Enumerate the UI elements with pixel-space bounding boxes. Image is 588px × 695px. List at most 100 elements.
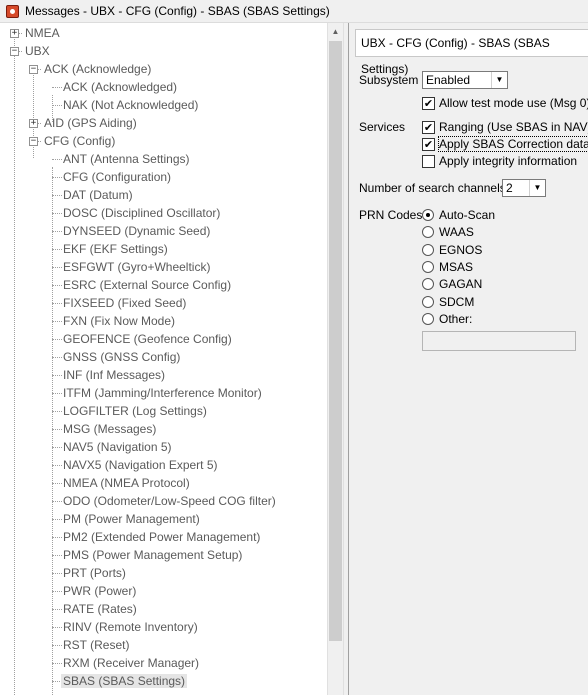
tree-item-itfm-jamming-interference-monitor[interactable]: ITFM (Jamming/Interference Monitor) xyxy=(63,384,262,402)
tree-item-label: ANT (Antenna Settings) xyxy=(63,152,190,166)
tree-item-pm-power-management[interactable]: PM (Power Management) xyxy=(63,510,200,528)
tree-connector xyxy=(52,321,62,322)
tree-item-ekf-ekf-settings[interactable]: EKF (EKF Settings) xyxy=(63,240,168,258)
tree-item-rst-reset[interactable]: RST (Reset) xyxy=(63,636,129,654)
tree-item-geofence-geofence-config[interactable]: GEOFENCE (Geofence Config) xyxy=(63,330,232,348)
tree-connector xyxy=(52,375,62,376)
tree-connector xyxy=(52,285,62,286)
tree-connector xyxy=(52,465,62,466)
prn-radio-5[interactable] xyxy=(422,295,434,308)
tree-item-nmea[interactable]: NMEA xyxy=(25,24,60,42)
tree-connector xyxy=(52,501,62,502)
tree-item-prt-ports[interactable]: PRT (Ports) xyxy=(63,564,126,582)
prn-other-input[interactable] xyxy=(422,331,576,351)
tree-item-rate-rates[interactable]: RATE (Rates) xyxy=(63,600,137,618)
services-checkbox-2[interactable] xyxy=(422,155,435,168)
tree-item-label: INF (Inf Messages) xyxy=(63,368,166,382)
prn-radio-3[interactable] xyxy=(422,260,434,273)
tree-guide-line xyxy=(14,50,15,695)
tree-item-label: ITFM (Jamming/Interference Monitor) xyxy=(63,386,262,400)
message-tree[interactable]: + NMEA − UBX − ACK (Acknowledge) ACK (Acknowle… xyxy=(0,23,328,695)
tree-connector xyxy=(52,249,62,250)
tree-item-cfg-configuration[interactable]: CFG (Configuration) xyxy=(63,168,171,186)
tree-item-ubx[interactable]: UBX xyxy=(25,42,50,60)
tree-item-label: ACK (Acknowledged) xyxy=(63,80,178,94)
tree-item-sbas-sbas-settings[interactable]: SBAS (SBAS Settings) xyxy=(61,672,188,690)
tree-item-pms-power-management-setup[interactable]: PMS (Power Management Setup) xyxy=(63,546,242,564)
tree-item-ant-antenna-settings[interactable]: ANT (Antenna Settings) xyxy=(63,150,190,168)
tree-item-aid-gps-aiding[interactable]: AID (GPS Aiding) xyxy=(44,114,137,132)
minus-box-icon[interactable]: − xyxy=(29,137,38,146)
tree-connector xyxy=(52,393,62,394)
tree-item-label: RST (Reset) xyxy=(63,638,130,652)
tree-item-label: PM (Power Management) xyxy=(63,512,200,526)
tree-item-msg-messages[interactable]: MSG (Messages) xyxy=(63,420,156,438)
prn-option-label: GAGAN xyxy=(439,277,483,292)
tree-item-nav5-navigation-5[interactable]: NAV5 (Navigation 5) xyxy=(63,438,172,456)
tree-item-dosc-disciplined-oscillator[interactable]: DOSC (Disciplined Oscillator) xyxy=(63,204,220,222)
tree-item-label: NMEA xyxy=(25,26,60,40)
tree-item-ack-acknowledge[interactable]: ACK (Acknowledge) xyxy=(44,60,151,78)
tree-item-pm2-extended-power-management[interactable]: PM2 (Extended Power Management) xyxy=(63,528,260,546)
tree-item-inf-inf-messages[interactable]: INF (Inf Messages) xyxy=(63,366,165,384)
prn-option-label: EGNOS xyxy=(439,242,483,257)
tree-item-label: SBAS (SBAS Settings) xyxy=(61,674,188,688)
services-option-label: Ranging (Use SBAS in NAV) xyxy=(439,120,588,134)
tree-item-label: FIXSEED (Fixed Seed) xyxy=(63,296,187,310)
prn-radio-1[interactable] xyxy=(422,226,434,239)
tree-item-rxm-receiver-manager[interactable]: RXM (Receiver Manager) xyxy=(63,654,199,672)
scroll-thumb[interactable] xyxy=(329,41,342,641)
prn-radio-6[interactable] xyxy=(422,312,434,325)
minus-box-icon[interactable]: − xyxy=(29,65,38,74)
scroll-up-arrow-icon[interactable]: ▲ xyxy=(328,23,343,40)
services-option-label: Apply SBAS Correction data xyxy=(438,136,588,152)
tree-item-dat-datum[interactable]: DAT (Datum) xyxy=(63,186,133,204)
allow-test-mode-checkbox[interactable]: ✔ xyxy=(422,97,435,110)
tree-item-pwr-power[interactable]: PWR (Power) xyxy=(63,582,136,600)
minus-box-icon[interactable]: − xyxy=(10,47,19,56)
tree-item-nak-not-acknowledged[interactable]: NAK (Not Acknowledged) xyxy=(63,96,198,114)
prn-radio-2[interactable] xyxy=(422,243,434,256)
tree-connector xyxy=(52,159,62,160)
allow-test-mode-label: Allow test mode use (Msg 0) xyxy=(439,96,588,110)
tree-item-label: DOSC (Disciplined Oscillator) xyxy=(63,206,221,220)
search-channels-select[interactable]: 2 ▼ xyxy=(502,179,546,197)
plus-box-icon[interactable]: + xyxy=(10,29,19,38)
tree-connector xyxy=(52,105,62,106)
tree-item-label: NAK (Not Acknowledged) xyxy=(63,98,199,112)
prn-option-label: MSAS xyxy=(439,259,474,274)
tree-item-label: NMEA (NMEA Protocol) xyxy=(63,476,190,490)
tree-connector xyxy=(52,573,62,574)
tree-item-odo-odometer-low-speed-cog-filter[interactable]: ODO (Odometer/Low-Speed COG filter) xyxy=(63,492,276,510)
search-channels-value: 2 xyxy=(506,181,513,195)
prn-radio-4[interactable] xyxy=(422,278,434,291)
dropdown-arrow-icon[interactable]: ▼ xyxy=(529,180,545,196)
tree-item-gnss-gnss-config[interactable]: GNSS (GNSS Config) xyxy=(63,348,180,366)
subsystem-label: Subsystem xyxy=(359,73,419,87)
subsystem-select[interactable]: Enabled ▼ xyxy=(422,71,508,89)
tree-item-label: RATE (Rates) xyxy=(63,602,137,616)
tree-item-esfgwt-gyro-wheeltick[interactable]: ESFGWT (Gyro+Wheeltick) xyxy=(63,258,210,276)
app-icon[interactable] xyxy=(6,4,19,18)
tree-item-nmea-nmea-protocol[interactable]: NMEA (NMEA Protocol) xyxy=(63,474,190,492)
tree-item-label: MSG (Messages) xyxy=(63,422,157,436)
tree-connector xyxy=(52,177,62,178)
tree-item-ack-acknowledged[interactable]: ACK (Acknowledged) xyxy=(63,78,177,96)
prn-radio-0[interactable] xyxy=(422,209,434,221)
tree-scrollbar[interactable]: ▲ xyxy=(327,23,344,695)
services-checkbox-1[interactable]: ✔ xyxy=(422,138,435,151)
tree-item-dynseed-dynamic-seed[interactable]: DYNSEED (Dynamic Seed) xyxy=(63,222,210,240)
services-checkbox-0[interactable]: ✔ xyxy=(422,121,435,134)
tree-item-fxn-fix-now-mode[interactable]: FXN (Fix Now Mode) xyxy=(63,312,175,330)
tree-item-logfilter-log-settings[interactable]: LOGFILTER (Log Settings) xyxy=(63,402,207,420)
tree-connector xyxy=(52,645,62,646)
tree-item-esrc-external-source-config[interactable]: ESRC (External Source Config) xyxy=(63,276,231,294)
tree-item-label: EKF (EKF Settings) xyxy=(63,242,168,256)
tree-item-fixseed-fixed-seed[interactable]: FIXSEED (Fixed Seed) xyxy=(63,294,186,312)
tree-item-navx5-navigation-expert-5[interactable]: NAVX5 (Navigation Expert 5) xyxy=(63,456,218,474)
tree-item-rinv-remote-inventory[interactable]: RINV (Remote Inventory) xyxy=(63,618,198,636)
plus-box-icon[interactable]: + xyxy=(29,119,38,128)
tree-connector xyxy=(52,663,62,664)
tree-item-cfg-config[interactable]: CFG (Config) xyxy=(44,132,115,150)
dropdown-arrow-icon[interactable]: ▼ xyxy=(491,72,507,88)
